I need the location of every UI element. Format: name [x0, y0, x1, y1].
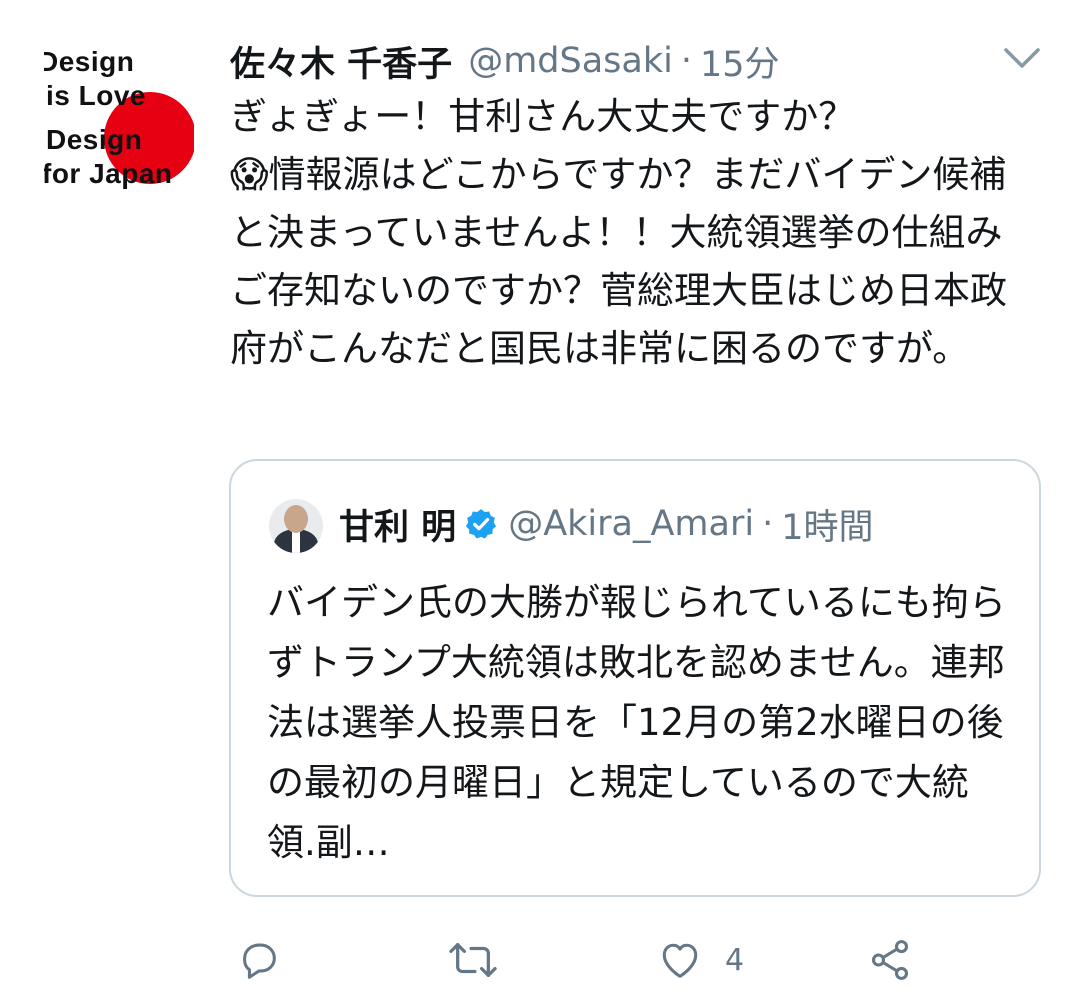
share-button[interactable]: [866, 930, 914, 990]
quoted-tweet-timestamp[interactable]: 1時間: [781, 499, 873, 550]
retweet-button[interactable]: [447, 930, 499, 990]
avatar-logo-line-3: Design: [46, 124, 143, 155]
header-separator: ·: [680, 41, 692, 81]
like-count: 4: [725, 942, 745, 978]
quoted-tweet-text: バイデン氏の大勝が報じられているにも拘らずトランプ大統領は敗北を認めません。連邦…: [267, 581, 1006, 864]
tweet-timestamp[interactable]: 15分: [700, 36, 780, 87]
chevron-down-icon[interactable]: [1000, 40, 1044, 76]
author-display-name[interactable]: 佐々木 千香子: [230, 36, 452, 87]
reply-button[interactable]: [236, 930, 282, 990]
retweet-icon: [449, 943, 497, 977]
quoted-tweet-header: 甘利 明 @Akira_Amari · 1時間: [339, 497, 873, 551]
tweet-text: ぎょぎょー！甘利さん大丈夫ですか？ 😱情報源はどこからですか？まだバイデン候補と…: [230, 95, 1007, 370]
quoted-author-handle[interactable]: @Akira_Amari: [508, 504, 754, 544]
avatar-logo-line-1: Design: [44, 46, 135, 77]
heart-icon: [662, 943, 698, 978]
share-icon: [871, 940, 909, 980]
verified-badge-icon: [466, 509, 497, 539]
author-avatar[interactable]: Design is Love Design for Japan: [44, 42, 194, 192]
tweet-header: 佐々木 千香子 @mdSasaki · 15分: [230, 36, 780, 86]
reply-icon: [243, 943, 276, 979]
quoted-tweet[interactable]: 甘利 明 @Akira_Amari · 1時間 バイデン氏の大勝が報じられている…: [229, 459, 1041, 897]
like-button[interactable]: 4: [657, 930, 744, 990]
tweet[interactable]: Design is Love Design for Japan 佐々木 千香子 …: [0, 0, 1080, 1001]
avatar-face: [284, 505, 308, 533]
tweet-action-bar: 4: [0, 930, 1080, 990]
author-handle[interactable]: @mdSasaki: [468, 41, 673, 81]
avatar-logo-line-2: is Love: [46, 80, 146, 111]
quoted-author-avatar[interactable]: [269, 499, 323, 553]
avatar-logo-line-4: for Japan: [44, 158, 173, 189]
quoted-author-display-name[interactable]: 甘利 明: [339, 499, 456, 550]
quoted-header-separator: ·: [762, 504, 774, 544]
avatar-shirt: [292, 531, 300, 553]
